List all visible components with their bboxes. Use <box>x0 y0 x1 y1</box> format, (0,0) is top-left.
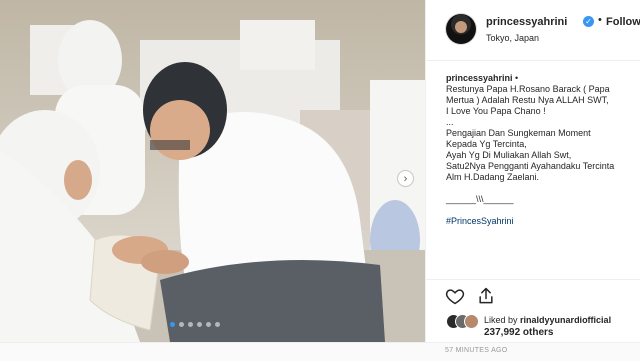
carousel-dot <box>215 322 220 327</box>
header-separator: • <box>598 14 602 26</box>
caption-line: I Love You Papa Chano ! <box>446 106 546 116</box>
caption-line: Ayah Yg Di Muliakan Allah Swt, <box>446 150 572 160</box>
caption-line: Mertua ) Adalah Restu Nya ALLAH SWT, <box>446 95 609 105</box>
carousel-indicator <box>170 322 220 327</box>
header-username[interactable]: princessyahrini <box>486 16 567 28</box>
caption-username[interactable]: princessyahrini <box>446 73 513 83</box>
share-icon[interactable] <box>476 286 496 306</box>
caption-line: Satu2Nya Pengganti Ayahandaku Tercinta <box>446 161 615 171</box>
post-photo[interactable]: › <box>0 0 425 342</box>
chevron-right-icon: › <box>403 172 408 185</box>
bottom-strip <box>0 342 640 361</box>
post-sidebar: princessyahrini ✓ • Following Tokyo, Jap… <box>425 0 640 342</box>
carousel-dot <box>179 322 184 327</box>
caption-line <box>446 205 640 216</box>
carousel-next-button[interactable]: › <box>397 170 414 187</box>
caption-line: Kepada Yg Tercinta, <box>446 139 527 149</box>
location-link[interactable]: Tokyo, Japan <box>486 33 539 43</box>
verified-badge-icon: ✓ <box>583 16 594 27</box>
actions-divider <box>426 279 640 280</box>
caption-separator: • <box>515 73 519 83</box>
avatar[interactable] <box>446 14 476 44</box>
caption-line: ... <box>446 117 454 127</box>
liked-by-text: Liked by rinaldyyunardiofficial <box>484 315 611 325</box>
hashtag-link[interactable]: #PrincesSyahrini <box>446 216 640 227</box>
post-caption: princessyahrini • Restunya Papa H.Rosano… <box>446 73 640 227</box>
caption-line: Alm H.Dadang Zaelani. <box>446 172 540 182</box>
liker-avatars <box>446 314 480 329</box>
liked-by-prefix: Liked by <box>484 315 518 325</box>
heart-icon[interactable] <box>445 286 465 306</box>
following-button[interactable]: Following <box>606 16 640 28</box>
caption-line: ______\\\______ <box>446 194 514 204</box>
post-timestamp: 57 MINUTES AGO <box>445 347 508 354</box>
avatar <box>464 314 479 329</box>
post-header: princessyahrini ✓ • Following Tokyo, Jap… <box>426 0 640 61</box>
carousel-dot <box>197 322 202 327</box>
like-count[interactable]: 237,992 others <box>484 327 554 338</box>
caption-line: Pengajian Dan Sungkeman Moment <box>446 128 591 138</box>
carousel-dot <box>206 322 211 327</box>
post-photo-image <box>0 0 425 342</box>
liked-by-username[interactable]: rinaldyyunardiofficial <box>520 315 611 325</box>
caption-line: Restunya Papa H.Rosano Barack ( Papa <box>446 84 610 94</box>
carousel-dot <box>170 322 175 327</box>
caption-line <box>446 183 640 194</box>
carousel-dot <box>188 322 193 327</box>
